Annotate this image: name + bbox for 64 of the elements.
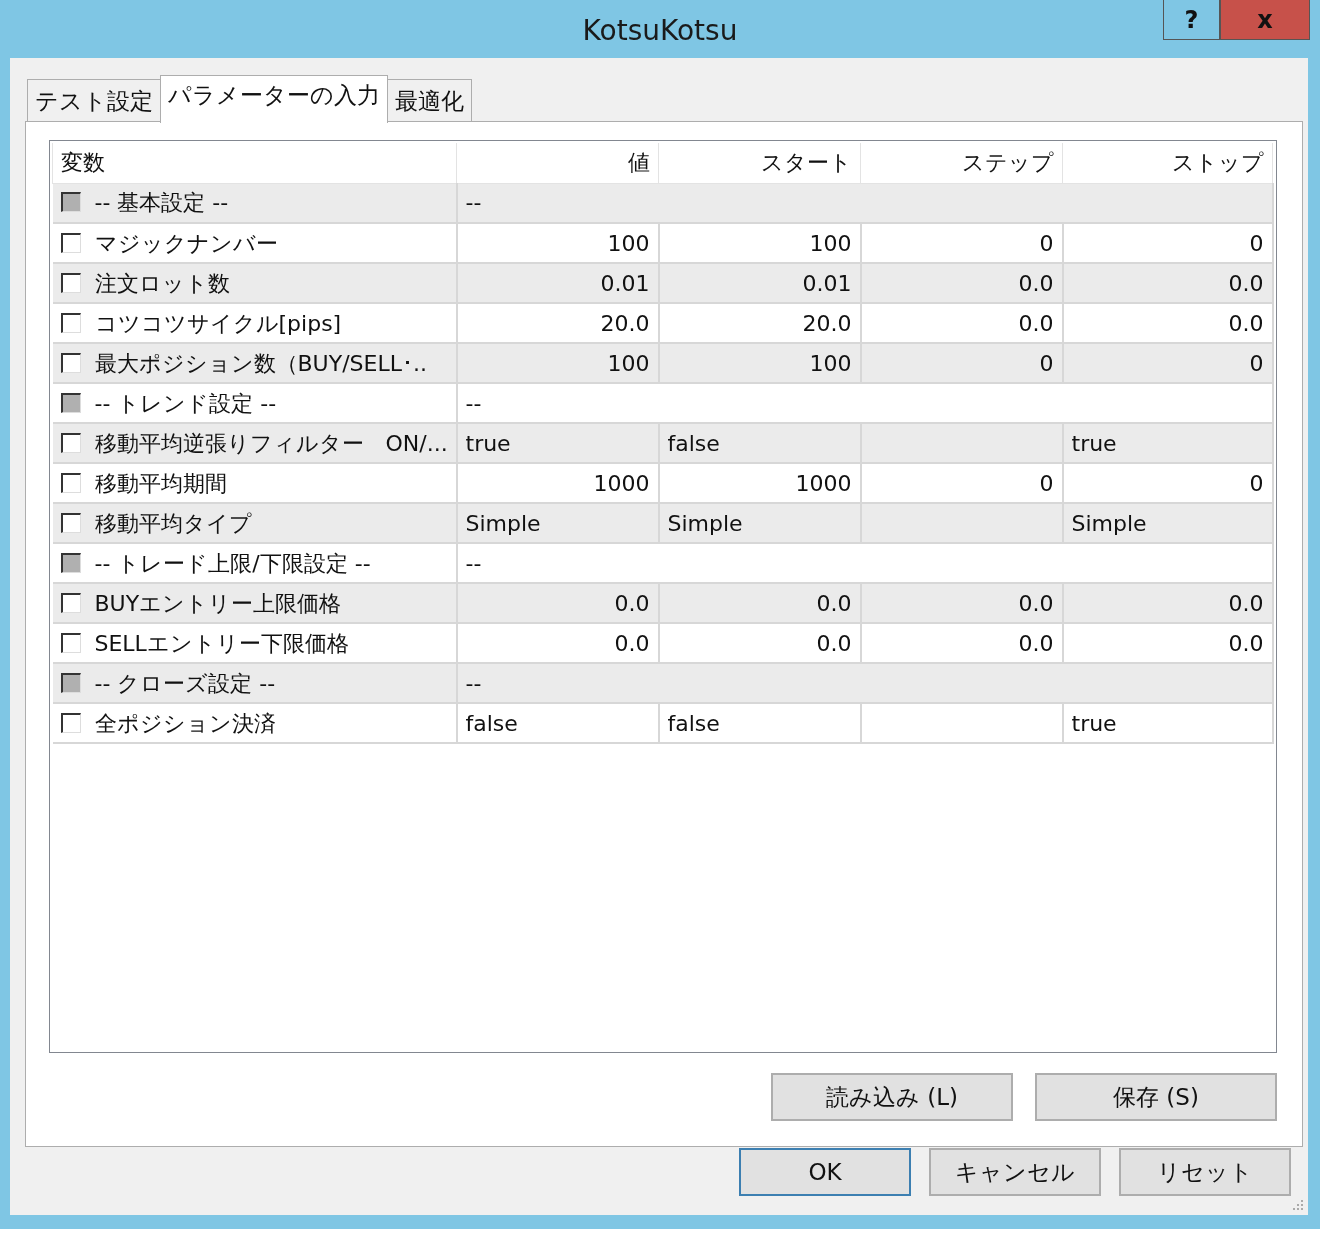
parameter-name: -- トレンド設定 --	[94, 390, 277, 416]
checkbox[interactable]	[60, 312, 81, 333]
table-cell: 100	[658, 343, 861, 383]
checkbox[interactable]	[60, 512, 81, 533]
table-cell: 0.0	[1062, 583, 1273, 623]
column-header[interactable]: 変数	[52, 143, 457, 183]
table-cell: true	[1062, 703, 1273, 743]
window-title: KotsuKotsu	[582, 13, 738, 49]
table-cell: 0.0	[860, 583, 1063, 623]
parameter-name: -- クローズ設定 --	[94, 670, 276, 696]
checkbox[interactable]	[60, 432, 81, 453]
parameter-name: SELLエントリー下限価格	[94, 630, 349, 656]
checkbox[interactable]	[60, 352, 81, 373]
button[interactable]: キャンセル	[929, 1148, 1101, 1196]
column-header[interactable]: 値	[456, 143, 659, 183]
tab[interactable]: テスト設定	[27, 79, 161, 121]
parameter-name: コツコツサイクル[pips]	[94, 310, 342, 336]
table-cell: 0.01	[658, 263, 861, 303]
parameter-name: -- 基本設定 --	[94, 190, 229, 216]
column-header[interactable]: スタート	[658, 143, 861, 183]
parameter-name: 移動平均期間	[94, 470, 227, 496]
table-cell: 0	[1062, 343, 1273, 383]
parameter-name: -- トレード上限/下限設定 --	[94, 550, 371, 576]
checkbox[interactable]	[60, 712, 81, 733]
table-cell: --	[456, 183, 1273, 223]
table-cell: false	[658, 703, 861, 743]
table-cell: 0.0	[658, 583, 861, 623]
button[interactable]: リセット	[1119, 1148, 1291, 1196]
tab[interactable]: パラメーターの入力	[160, 75, 388, 123]
column-header[interactable]: ステップ	[860, 143, 1063, 183]
parameter-name: 最大ポジション数（BUY/SELL･..	[94, 350, 427, 376]
help-button[interactable]: ?	[1163, 0, 1220, 40]
close-button[interactable]: x	[1220, 0, 1310, 40]
table-cell: true	[456, 423, 659, 463]
checkbox[interactable]	[60, 472, 81, 493]
parameter-name: 移動平均タイプ	[94, 510, 252, 536]
table-cell: 0.0	[860, 263, 1063, 303]
button[interactable]: 読み込み (L)	[771, 1073, 1013, 1121]
table-cell: 0	[860, 343, 1063, 383]
resize-grip-icon[interactable]	[1291, 1198, 1305, 1212]
parameter-name: BUYエントリー上限価格	[94, 590, 342, 616]
parameter-name: 移動平均逆張りフィルター ON/...	[94, 430, 448, 456]
checkbox[interactable]	[60, 272, 81, 293]
table-cell: Simple	[658, 503, 861, 543]
table-cell: --	[456, 663, 1273, 703]
table-cell: false	[456, 703, 659, 743]
table-cell: 0.0	[1062, 263, 1273, 303]
checkbox[interactable]	[60, 232, 81, 253]
table-cell: false	[658, 423, 861, 463]
checkbox[interactable]	[60, 632, 81, 653]
column-header[interactable]: ストップ	[1062, 143, 1273, 183]
table-cell: Simple	[1062, 503, 1273, 543]
parameter-name: 注文ロット数	[94, 270, 230, 296]
tab[interactable]: 最適化	[387, 79, 472, 121]
button[interactable]: OK	[739, 1148, 911, 1196]
table-cell: true	[1062, 423, 1273, 463]
table-cell: 100	[456, 343, 659, 383]
table-cell: 0.0	[456, 583, 659, 623]
parameter-name: 全ポジション決済	[94, 710, 276, 736]
checkbox[interactable]	[60, 592, 81, 613]
button[interactable]: 保存 (S)	[1035, 1073, 1277, 1121]
parameter-name: マジックナンバー	[94, 230, 278, 256]
table-cell: 0.01	[456, 263, 659, 303]
table-cell: Simple	[456, 503, 659, 543]
